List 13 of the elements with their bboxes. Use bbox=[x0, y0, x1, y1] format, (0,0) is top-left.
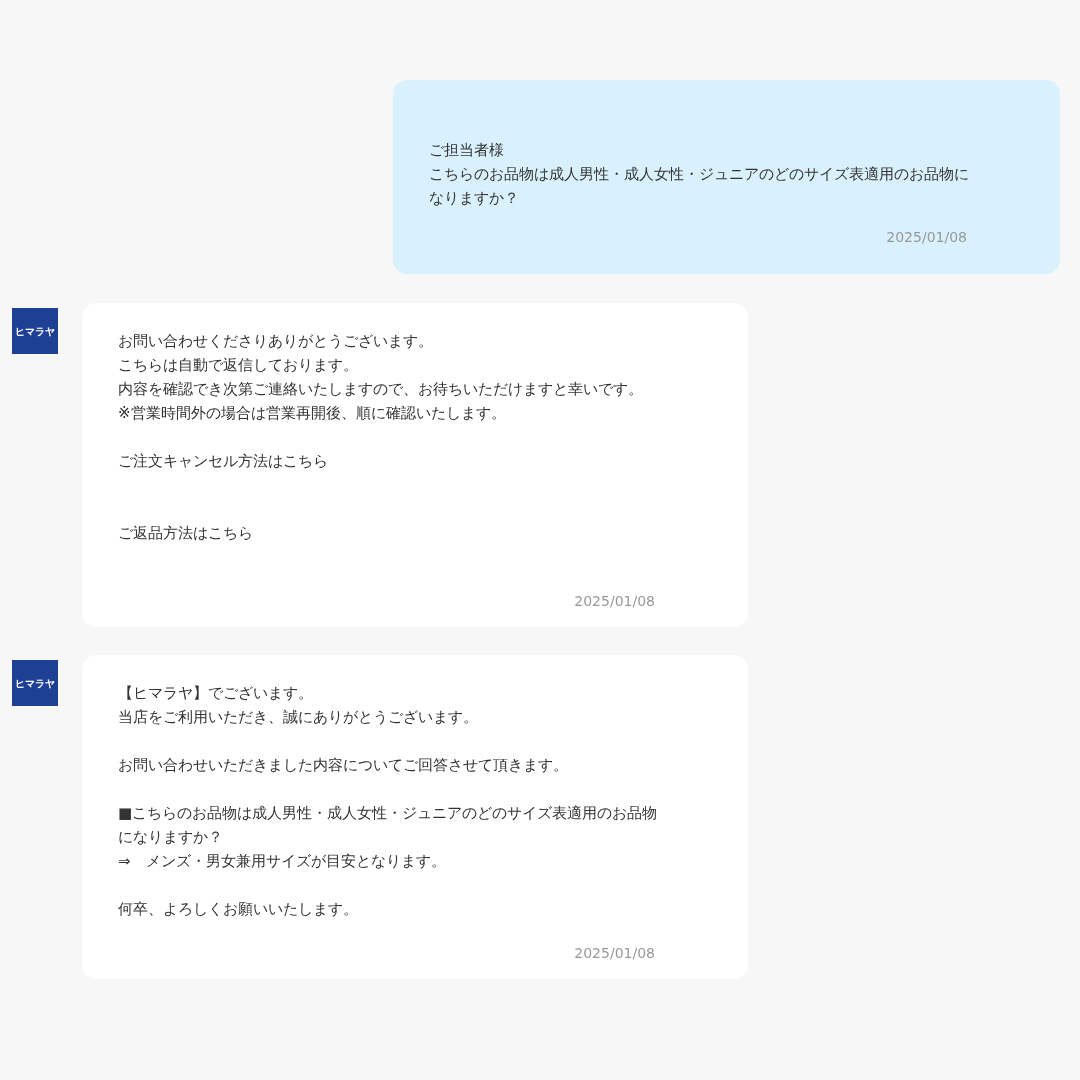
message-text: お問い合わせくださりありがとうございます。 こちらは自動で返信しております。 内容を確認でき次第ご連絡いたしますので、お待ちいただけますと幸いです。 ※営業時間外の場合は営業再開後、順に確認いたします。 bbox=[118, 331, 643, 424]
message-text: 何卒、よろしくお願いいたします。 bbox=[118, 899, 358, 920]
shop-logo: ヒマラヤ bbox=[12, 660, 58, 706]
shop-logo: ヒマラヤ bbox=[12, 308, 58, 354]
message-date: 2025/01/08 bbox=[574, 944, 655, 963]
message-date: 2025/01/08 bbox=[886, 228, 967, 247]
message-date: 2025/01/08 bbox=[574, 592, 655, 611]
message-link[interactable]: ご返品方法はこちら bbox=[118, 521, 253, 545]
message-link[interactable]: ご注文キャンセル方法はこちら bbox=[118, 449, 328, 473]
message-text: ご担当者様 こちらのお品物は成人男性・成人女性・ジュニアのどのサイズ表適用のお品物に なりますか？ bbox=[429, 140, 969, 209]
message-text: 【ヒマラヤ】でございます。 当店をご利用いただき、誠にありがとうございます。 bbox=[118, 683, 478, 728]
message-text: お問い合わせいただきました内容についてご回答させて頂きます。 bbox=[118, 755, 568, 776]
message-text: ■こちらのお品物は成人男性・成人女性・ジュニアのどのサイズ表適用のお品物 になりますか？ ⇒ メンズ・男女兼用サイズが目安となります。 bbox=[118, 803, 658, 872]
